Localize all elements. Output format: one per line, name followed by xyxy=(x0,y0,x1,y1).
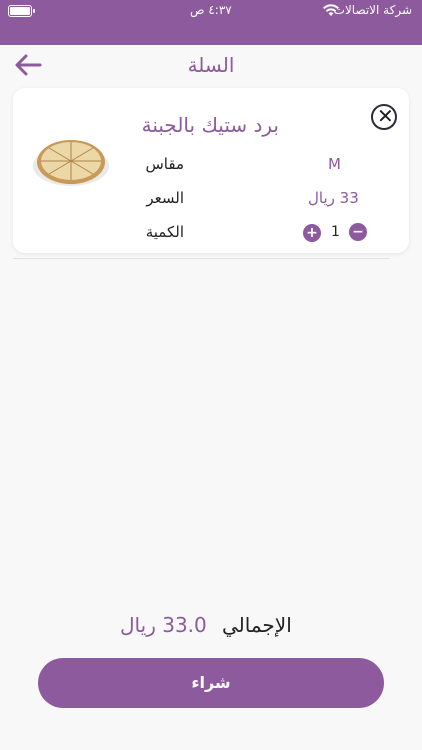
quantity-label: الكمية xyxy=(145,223,184,241)
buy-button[interactable]: شراء xyxy=(38,658,384,708)
carrier-name: شركة الاتصالات xyxy=(333,3,412,17)
price-value: 33 ريال xyxy=(308,189,359,207)
cart-item-card: برد ستيك بالجبنة ✕ مقاس M السعر 33 ريال … xyxy=(13,88,409,253)
quantity-value: 1 xyxy=(331,224,340,240)
page-title: السلة xyxy=(187,53,235,77)
navigation-bar: السلة xyxy=(0,45,422,87)
price-label: السعر xyxy=(146,189,184,207)
close-icon: ✕ xyxy=(377,104,394,128)
status-bar: ٤:٣٧ ص شركة الاتصالات xyxy=(0,0,422,45)
size-label: مقاس xyxy=(145,155,184,173)
increase-quantity-button[interactable]: + xyxy=(303,224,321,242)
decrease-quantity-button[interactable]: − xyxy=(349,223,367,241)
total-label: الإجمالي xyxy=(222,613,292,637)
battery-icon xyxy=(8,5,35,17)
product-name: برد ستيك بالجبنة xyxy=(141,113,279,137)
product-image xyxy=(33,140,109,186)
size-value: M xyxy=(328,155,341,173)
status-time: ٤:٣٧ ص xyxy=(190,3,232,17)
remove-item-button[interactable]: ✕ xyxy=(371,104,397,130)
total-row: الإجمالي 33.0 ريال xyxy=(0,613,422,643)
total-value: 33.0 ريال xyxy=(120,613,207,637)
divider xyxy=(13,258,390,259)
